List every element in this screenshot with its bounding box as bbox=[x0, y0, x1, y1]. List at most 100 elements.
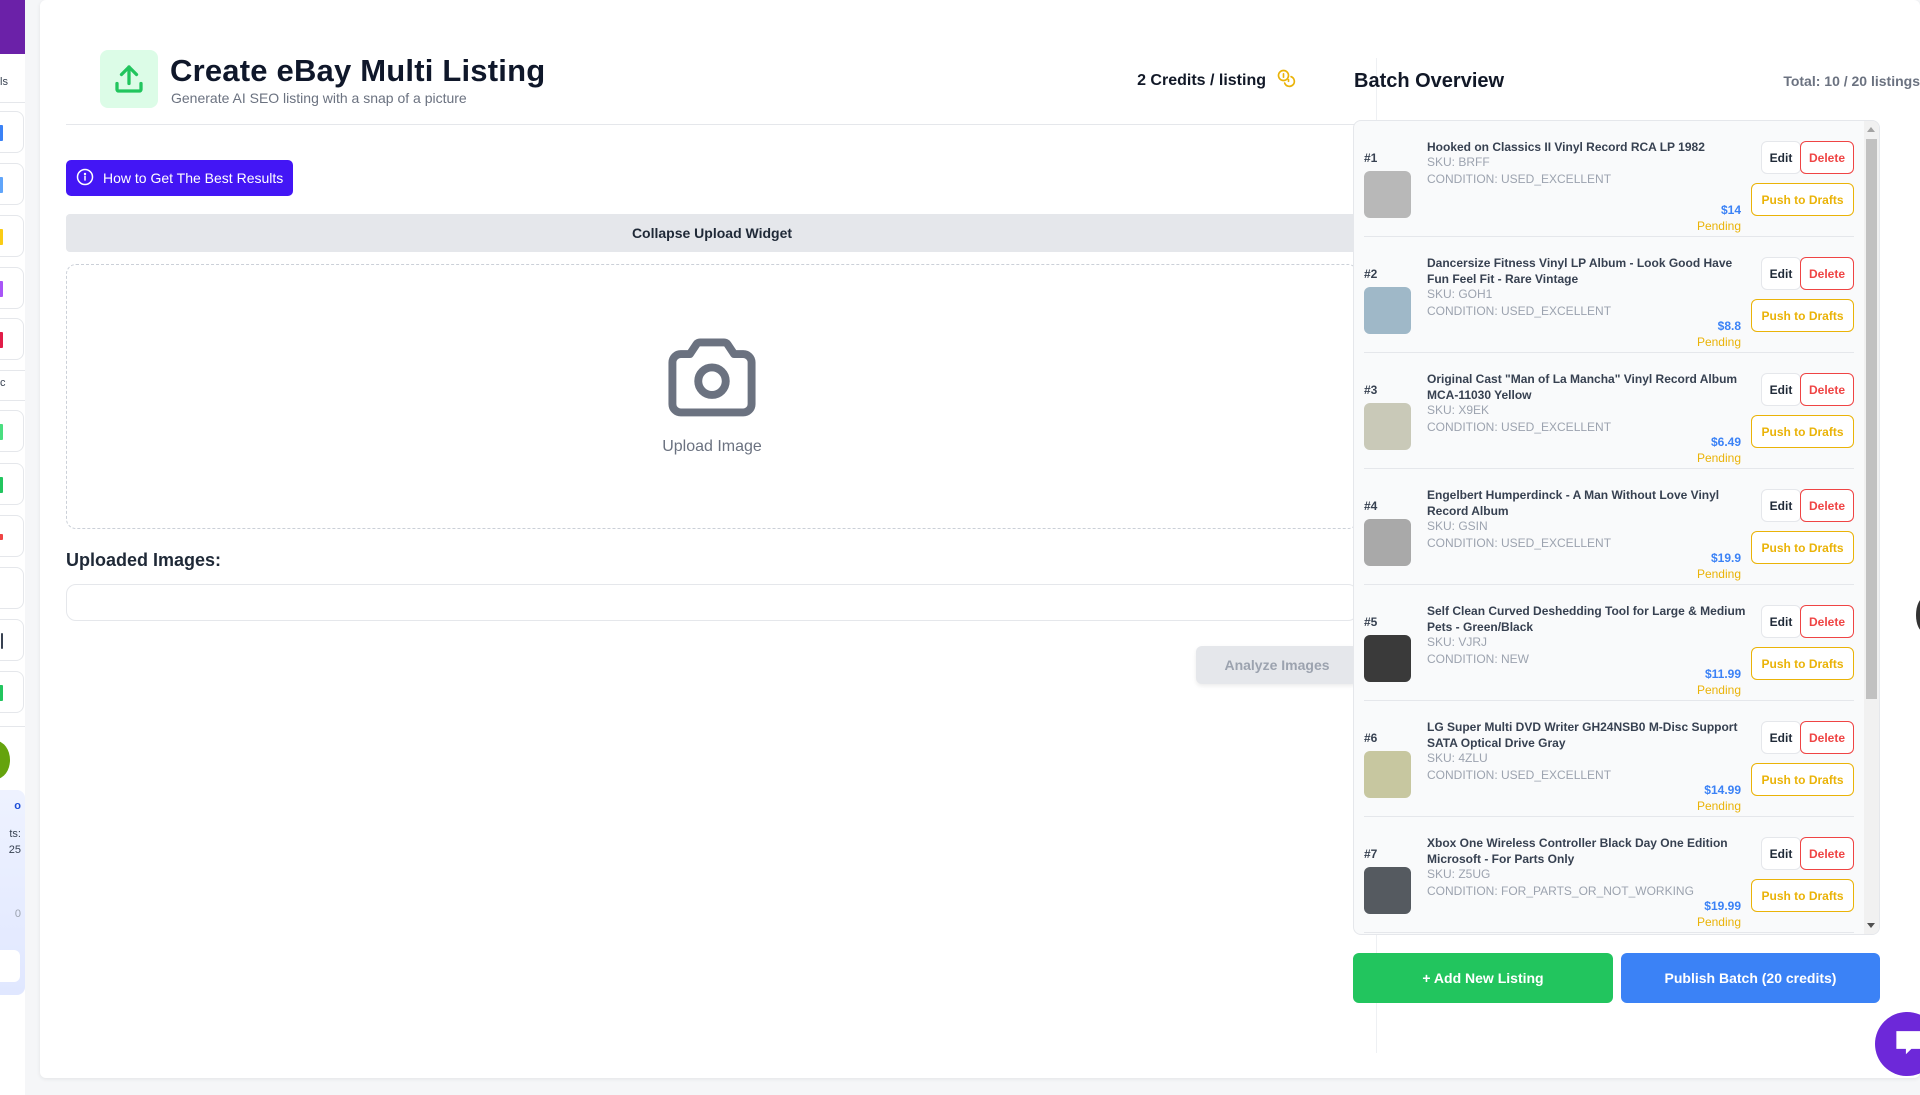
sidebar-item[interactable] bbox=[0, 671, 24, 713]
push-to-drafts-button[interactable]: Push to Drafts bbox=[1751, 763, 1854, 796]
sidebar-item[interactable] bbox=[0, 215, 24, 257]
sidebar-item-icon bbox=[0, 477, 3, 493]
credits-card: o ts: 25 0 bbox=[0, 790, 25, 995]
item-thumbnail[interactable] bbox=[1364, 403, 1411, 450]
batch-item: #5 Self Clean Curved Deshedding Tool for … bbox=[1364, 585, 1854, 701]
push-to-drafts-button[interactable]: Push to Drafts bbox=[1751, 647, 1854, 680]
avatar[interactable] bbox=[0, 741, 10, 779]
item-price: $14.99 bbox=[1704, 783, 1741, 797]
coins-icon bbox=[1276, 68, 1296, 93]
item-number: #3 bbox=[1364, 383, 1378, 397]
info-icon bbox=[76, 168, 94, 189]
item-condition: CONDITION: USED_EXCELLENT bbox=[1427, 304, 1612, 318]
item-number: #5 bbox=[1364, 615, 1378, 629]
delete-button[interactable]: Delete bbox=[1800, 141, 1854, 174]
push-to-drafts-button[interactable]: Push to Drafts bbox=[1751, 879, 1854, 912]
page-header: Create eBay Multi Listing Generate AI SE… bbox=[66, 50, 1358, 125]
sidebar-item-icon bbox=[0, 177, 3, 193]
delete-button[interactable]: Delete bbox=[1800, 489, 1854, 522]
delete-button[interactable]: Delete bbox=[1800, 721, 1854, 754]
sidebar-item[interactable] bbox=[0, 318, 24, 360]
item-thumbnail[interactable] bbox=[1364, 171, 1411, 218]
camera-icon bbox=[662, 335, 762, 424]
how-to-best-results-button[interactable]: How to Get The Best Results bbox=[66, 160, 294, 196]
how-to-label: How to Get The Best Results bbox=[103, 170, 284, 186]
upload-image-label: Upload Image bbox=[662, 438, 762, 455]
item-status: Pending bbox=[1696, 683, 1741, 697]
sidebar-item[interactable] bbox=[0, 111, 24, 153]
sidebar-item[interactable] bbox=[0, 463, 24, 505]
push-to-drafts-button[interactable]: Push to Drafts bbox=[1751, 531, 1854, 564]
item-sku: SKU: GOH1 bbox=[1427, 287, 1493, 301]
item-thumbnail[interactable] bbox=[1364, 751, 1411, 798]
scrollbar[interactable] bbox=[1864, 121, 1879, 934]
item-number: #7 bbox=[1364, 847, 1378, 861]
scroll-thumb[interactable] bbox=[1866, 139, 1877, 699]
item-title: Engelbert Humperdinck - A Man Without Lo… bbox=[1427, 488, 1720, 518]
push-to-drafts-button[interactable]: Push to Drafts bbox=[1751, 415, 1854, 448]
upload-dropzone[interactable]: Upload Image bbox=[66, 264, 1358, 529]
delete-button[interactable]: Delete bbox=[1800, 605, 1854, 638]
sidebar-item[interactable] bbox=[0, 567, 24, 609]
collapse-upload-widget-button[interactable]: Collapse Upload Widget bbox=[66, 214, 1358, 252]
analyze-images-button[interactable]: Analyze Images bbox=[1196, 646, 1358, 684]
delete-button[interactable]: Delete bbox=[1800, 837, 1854, 870]
edit-button[interactable]: Edit bbox=[1761, 605, 1801, 638]
item-sku: SKU: X9EK bbox=[1427, 403, 1490, 417]
item-title: Dancersize Fitness Vinyl LP Album - Look… bbox=[1427, 256, 1733, 286]
item-condition: CONDITION: FOR_PARTS_OR_NOT_WORKING bbox=[1427, 884, 1694, 898]
sidebar-divider bbox=[0, 400, 25, 401]
edit-button[interactable]: Edit bbox=[1761, 141, 1801, 174]
item-price: $6.49 bbox=[1710, 435, 1741, 449]
item-thumbnail[interactable] bbox=[1364, 867, 1411, 914]
upload-icon bbox=[100, 50, 158, 108]
item-status: Pending bbox=[1696, 219, 1741, 233]
push-to-drafts-button[interactable]: Push to Drafts bbox=[1751, 183, 1854, 216]
sidebar-divider bbox=[0, 370, 25, 371]
sidebar-item[interactable] bbox=[0, 515, 24, 557]
scroll-up-arrow[interactable] bbox=[1867, 127, 1875, 132]
sidebar-item-icon bbox=[1, 633, 3, 649]
batch-item: #6 LG Super Multi DVD Writer GH24NSB0 M-D… bbox=[1364, 701, 1854, 817]
item-condition: CONDITION: NEW bbox=[1427, 652, 1529, 666]
item-price: $14 bbox=[1720, 203, 1741, 217]
item-number: #2 bbox=[1364, 267, 1378, 281]
item-number: #6 bbox=[1364, 731, 1378, 745]
credits-card-button[interactable] bbox=[0, 950, 20, 982]
credits-per-listing: 2 Credits / listing bbox=[1137, 68, 1296, 93]
sidebar-item[interactable] bbox=[0, 410, 24, 452]
batch-items: #1 Hooked on Classics II Vinyl Record RCA… bbox=[1354, 121, 1864, 933]
sidebar-item-icon bbox=[0, 424, 3, 440]
item-sku: SKU: BRFF bbox=[1427, 155, 1490, 169]
item-thumbnail[interactable] bbox=[1364, 519, 1411, 566]
edit-button[interactable]: Edit bbox=[1761, 489, 1801, 522]
publish-batch-button[interactable]: Publish Batch (20 credits) bbox=[1621, 953, 1880, 1003]
item-thumbnail[interactable] bbox=[1364, 635, 1411, 682]
sidebar-item[interactable] bbox=[0, 163, 24, 205]
sidebar: ls c o ts: 25 0 bbox=[0, 0, 25, 1095]
scroll-down-arrow[interactable] bbox=[1867, 923, 1875, 928]
item-status: Pending bbox=[1696, 451, 1741, 465]
delete-button[interactable]: Delete bbox=[1800, 257, 1854, 290]
item-condition: CONDITION: USED_EXCELLENT bbox=[1427, 768, 1612, 782]
item-price: $19.99 bbox=[1704, 899, 1741, 913]
sidebar-divider bbox=[0, 726, 25, 727]
sidebar-logo[interactable] bbox=[0, 0, 25, 54]
item-title: Self Clean Curved Deshedding Tool for La… bbox=[1427, 604, 1746, 634]
edit-button[interactable]: Edit bbox=[1761, 257, 1801, 290]
uploaded-images-list bbox=[66, 584, 1358, 621]
add-new-listing-button[interactable]: + Add New Listing bbox=[1353, 953, 1613, 1003]
sidebar-item[interactable] bbox=[0, 619, 24, 661]
sidebar-item-icon bbox=[0, 281, 3, 297]
sidebar-item-icon bbox=[0, 229, 3, 245]
edit-button[interactable]: Edit bbox=[1761, 373, 1801, 406]
edit-button[interactable]: Edit bbox=[1761, 837, 1801, 870]
delete-button[interactable]: Delete bbox=[1800, 373, 1854, 406]
push-to-drafts-button[interactable]: Push to Drafts bbox=[1751, 299, 1854, 332]
item-thumbnail[interactable] bbox=[1364, 287, 1411, 334]
sidebar-item[interactable] bbox=[0, 267, 24, 309]
edit-button[interactable]: Edit bbox=[1761, 721, 1801, 754]
item-sku: SKU: 4ZLU bbox=[1427, 751, 1488, 765]
credits-card-number: 0 bbox=[14, 908, 21, 920]
item-sku: SKU: Z5UG bbox=[1427, 867, 1491, 881]
